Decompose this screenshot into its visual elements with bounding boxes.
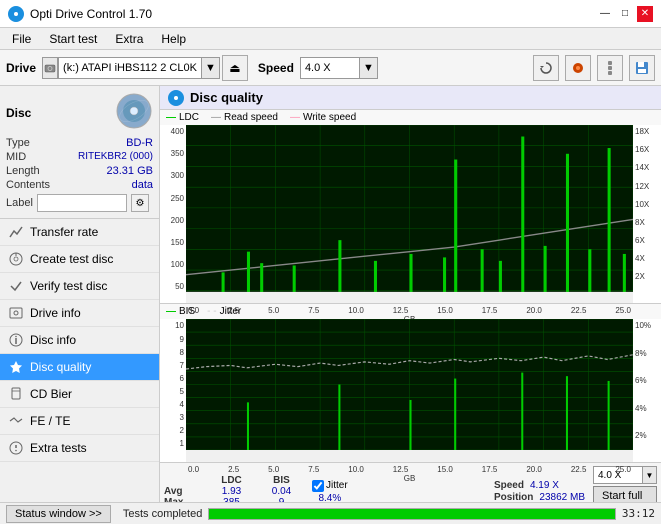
sidebar-item-disc-quality[interactable]: Disc quality <box>0 354 159 381</box>
speed-action-dropdown-arrow[interactable]: ▼ <box>643 466 657 484</box>
read-speed-legend: — Read speed <box>211 112 278 123</box>
title-bar-left: Opti Drive Control 1.70 <box>8 6 152 22</box>
menu-start-test[interactable]: Start test <box>41 30 105 48</box>
sidebar-item-create-test-disc[interactable]: Create test disc <box>0 246 159 273</box>
sidebar-item-cd-bier[interactable]: CD Bier <box>0 381 159 408</box>
burn-button[interactable] <box>565 55 591 81</box>
refresh-button[interactable] <box>533 55 559 81</box>
stats-avg-row: Avg 1.93 0.04 <box>164 486 304 497</box>
disc-type-row: Type BD-R <box>6 137 153 149</box>
speed-selector: 4.0 X ▼ <box>300 57 378 79</box>
window-controls: — □ ✕ <box>597 6 653 22</box>
charts-container: — LDC — Read speed — Write speed <box>160 110 661 502</box>
label-input[interactable] <box>37 194 127 212</box>
eject-button[interactable]: ⏏ <box>222 55 248 81</box>
status-time: 33:12 <box>622 507 655 520</box>
speed-dropdown[interactable]: 4.0 X <box>300 57 360 79</box>
start-full-button[interactable]: Start full <box>593 486 657 502</box>
chart1-svg <box>186 125 633 303</box>
chart2-y-right: 10% 8% 6% 4% 2% <box>633 319 661 462</box>
chart2-x-unit: GB <box>186 474 633 483</box>
ldc-legend: — LDC <box>166 112 199 123</box>
drive-label: Drive <box>6 61 36 75</box>
chart2-with-axes: 10 9 8 7 6 5 4 3 2 1 <box>160 319 661 462</box>
menu-help[interactable]: Help <box>153 30 194 48</box>
maximize-button[interactable]: □ <box>617 6 633 22</box>
stats-max-row: Max 385 9 <box>164 497 304 502</box>
position-row: Position 23862 MB <box>494 492 585 502</box>
chart2-main: 0.0 2.5 5.0 7.5 10.0 12.5 15.0 17.5 20.0… <box>186 319 633 462</box>
fe-te-icon <box>8 413 24 429</box>
menu-extra[interactable]: Extra <box>107 30 151 48</box>
close-button[interactable]: ✕ <box>637 6 653 22</box>
toolbar: Drive (k:) ATAPI iHBS112 2 CL0K ▼ ⏏ Spee… <box>0 50 661 86</box>
jitter-avg: 8.4% <box>318 493 341 502</box>
chart2-container: — BIS - - Jitter 10 9 8 7 <box>160 304 661 462</box>
content-title: Disc quality <box>190 90 263 105</box>
disc-panel: Disc Type BD-R MID RITEKBR2 (000) <box>0 86 159 219</box>
speed-label: Speed <box>258 61 294 75</box>
chart2-x-axis: 0.0 2.5 5.0 7.5 10.0 12.5 15.0 17.5 20.0… <box>186 465 633 474</box>
write-speed-legend: — Write speed <box>290 112 356 123</box>
drive-dropdown[interactable]: (k:) ATAPI iHBS112 2 CL0K <box>58 57 202 79</box>
chart1-legend: — LDC — Read speed — Write speed <box>160 110 661 125</box>
menu-bar: File Start test Extra Help <box>0 28 661 50</box>
sidebar-item-drive-info[interactable]: Drive info <box>0 300 159 327</box>
progress-fill <box>209 509 615 519</box>
disc-quality-icon <box>8 359 24 375</box>
content-header: Disc quality <box>160 86 661 110</box>
chart1-with-axes: 400 350 300 250 200 150 100 50 <box>160 125 661 303</box>
content-icon <box>168 90 184 106</box>
chart2-y-left: 10 9 8 7 6 5 4 3 2 1 <box>160 319 186 462</box>
chart1-main: 0.0 2.5 5.0 7.5 10.0 12.5 15.0 17.5 20.0… <box>186 125 633 303</box>
cd-bier-icon <box>8 386 24 402</box>
disc-info-icon <box>8 332 24 348</box>
disc-contents-row: Contents data <box>6 179 153 191</box>
settings-button[interactable] <box>597 55 623 81</box>
content-area: Disc quality — LDC — Read speed — <box>160 86 661 502</box>
label-edit-button[interactable]: ⚙ <box>131 194 149 212</box>
chart1-container: — LDC — Read speed — Write speed <box>160 110 661 304</box>
sidebar: Disc Type BD-R MID RITEKBR2 (000) <box>0 86 160 502</box>
sidebar-nav: Transfer rate Create test disc Verify te… <box>0 219 159 502</box>
title-bar: Opti Drive Control 1.70 — □ ✕ <box>0 0 661 28</box>
disc-mid-row: MID RITEKBR2 (000) <box>6 151 153 163</box>
sidebar-item-fe-te[interactable]: FE / TE <box>0 408 159 435</box>
status-bar: Status window >> Tests completed 33:12 <box>0 502 661 524</box>
app-title: Opti Drive Control 1.70 <box>30 7 152 21</box>
menu-file[interactable]: File <box>4 30 39 48</box>
chart1-y-left: 400 350 300 250 200 150 100 50 <box>160 125 186 303</box>
disc-label-row: Label ⚙ <box>6 194 153 212</box>
disc-graphic <box>115 92 153 133</box>
sidebar-item-disc-info[interactable]: Disc info <box>0 327 159 354</box>
main-layout: Disc Type BD-R MID RITEKBR2 (000) <box>0 86 661 502</box>
verify-test-disc-icon <box>8 278 24 294</box>
disc-header: Disc <box>6 92 153 133</box>
sidebar-item-extra-tests[interactable]: Extra tests <box>0 435 159 462</box>
status-window-button[interactable]: Status window >> <box>6 505 111 523</box>
disc-title: Disc <box>6 106 31 120</box>
status-text: Tests completed <box>123 508 202 520</box>
speed-dropdown-arrow[interactable]: ▼ <box>360 57 378 79</box>
save-button[interactable] <box>629 55 655 81</box>
minimize-button[interactable]: — <box>597 6 613 22</box>
sidebar-item-transfer-rate[interactable]: Transfer rate <box>0 219 159 246</box>
progress-bar <box>208 508 616 520</box>
chart2-svg <box>186 319 633 462</box>
create-test-disc-icon <box>8 251 24 267</box>
drive-dropdown-arrow[interactable]: ▼ <box>202 57 220 79</box>
drive-icon <box>42 57 58 79</box>
drive-selector: (k:) ATAPI iHBS112 2 CL0K ▼ ⏏ <box>42 55 248 81</box>
extra-tests-icon <box>8 440 24 456</box>
sidebar-item-verify-test-disc[interactable]: Verify test disc <box>0 273 159 300</box>
disc-length-row: Length 23.31 GB <box>6 165 153 177</box>
chart1-x-axis: 0.0 2.5 5.0 7.5 10.0 12.5 15.0 17.5 20.0… <box>186 306 633 315</box>
transfer-rate-icon <box>8 224 24 240</box>
app-icon <box>8 6 24 22</box>
drive-info-icon <box>8 305 24 321</box>
chart1-y-right: 18X 16X 14X 12X 10X 8X 6X 4X 2X <box>633 125 661 303</box>
